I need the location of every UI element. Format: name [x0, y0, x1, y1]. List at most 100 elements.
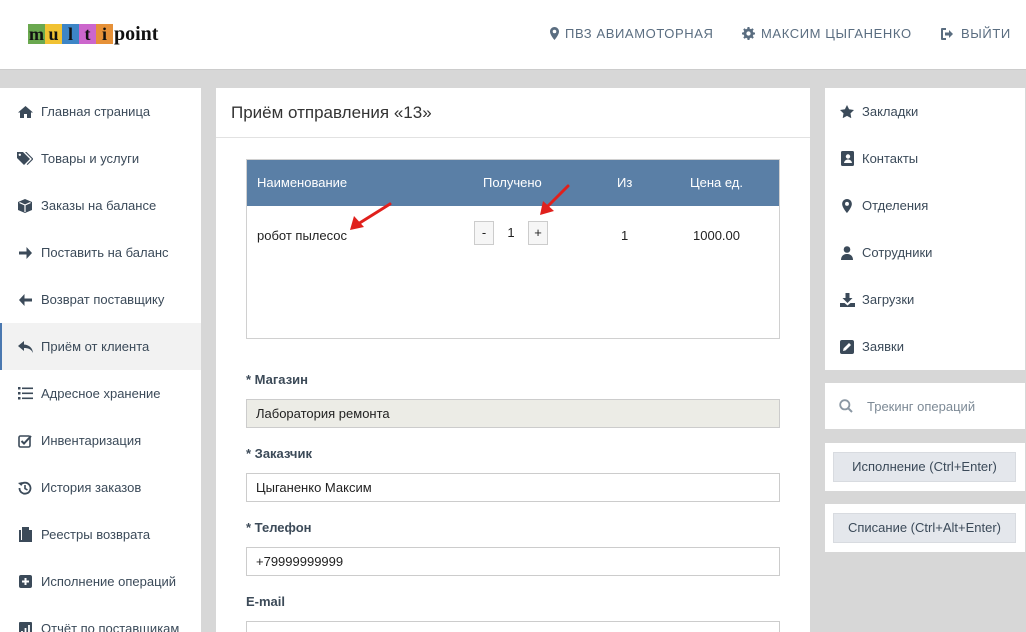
writeoff-button[interactable]: Списание (Ctrl+Alt+Enter) [833, 513, 1016, 543]
copy-icon [16, 527, 34, 542]
arrow-right-icon [16, 246, 34, 259]
sidebar-item-client-receive[interactable]: Приём от клиента [0, 323, 201, 370]
sidebar-item-supplier-return[interactable]: Возврат поставщику [0, 276, 201, 323]
home-icon [16, 105, 34, 118]
sidebar-item-label: Исполнение операций [41, 574, 177, 589]
phone-field[interactable]: +79999999999 [246, 547, 780, 576]
top-header: m u l t i point ПВЗ АВИАМОТОРНАЯ МАКСИМ … [0, 0, 1026, 70]
column-header-of: Из [617, 175, 633, 190]
table-row: робот пылесос - 1 + 1 1000.00 [247, 206, 779, 264]
right-sidebar: Закладки Контакты Отделения Сотрудники З… [825, 88, 1025, 370]
page-title: Приём отправления «13» [216, 88, 810, 138]
customer-field[interactable]: Цыганенко Максим [246, 473, 780, 502]
sidebar-item-label: Контакты [862, 151, 919, 166]
logout-link[interactable]: ВЫЙТИ [941, 26, 1011, 41]
execute-button[interactable]: Исполнение (Ctrl+Enter) [833, 452, 1016, 482]
sign-out-icon [941, 27, 953, 40]
email-label: E-mail [246, 594, 286, 609]
sidebar-item-label: Загрузки [862, 292, 915, 307]
list-icon [16, 387, 34, 400]
sidebar-item-label: Заявки [862, 339, 904, 354]
location-label: ПВЗ АВИАМОТОРНАЯ [565, 26, 714, 41]
sidebar-item-branches[interactable]: Отделения [825, 182, 1025, 229]
star-icon [839, 105, 855, 118]
gear-icon [742, 27, 755, 40]
user-icon [839, 245, 855, 260]
annotation-arrow-icon [350, 202, 392, 230]
sidebar-item-label: Возврат поставщику [41, 292, 165, 307]
plus-square-icon [16, 575, 34, 588]
sidebar-item-balance-orders[interactable]: Заказы на балансе [0, 182, 201, 229]
sidebar-item-label: Приём от клиента [41, 339, 150, 354]
sidebar-item-put-on-balance[interactable]: Поставить на баланс [0, 229, 201, 276]
shop-label: * Магазин [246, 372, 308, 387]
annotation-arrow-icon [540, 184, 570, 215]
sidebar-item-requests[interactable]: Заявки [825, 323, 1025, 370]
item-total-count: 1 [621, 228, 629, 243]
quantity-stepper: - 1 + [474, 221, 548, 245]
sidebar-item-label: Отчёт по поставщикам [41, 621, 180, 632]
phone-label: * Телефон [246, 520, 312, 535]
item-name: робот пылесос [257, 228, 347, 243]
checkbox-icon [16, 434, 34, 448]
logout-label: ВЫЙТИ [961, 26, 1011, 41]
tracking-placeholder: Трекинг операций [867, 398, 976, 414]
sidebar-item-inventory[interactable]: Инвентаризация [0, 417, 201, 464]
report-icon [16, 621, 34, 632]
search-icon [839, 399, 853, 413]
increment-button[interactable]: + [528, 221, 548, 245]
sidebar-item-order-history[interactable]: История заказов [0, 464, 201, 511]
sidebar-item-operations[interactable]: Исполнение операций [0, 558, 201, 605]
quantity-value[interactable]: 1 [494, 221, 528, 245]
logo-letter: m [28, 24, 45, 44]
sidebar-item-goods[interactable]: Товары и услуги [0, 135, 201, 182]
items-table: Наименование Получено Из Цена ед. робот … [246, 159, 780, 339]
sidebar-item-label: Реестры возврата [41, 527, 151, 542]
sidebar-item-return-registers[interactable]: Реестры возврата [0, 511, 201, 558]
download-icon [839, 292, 855, 307]
sidebar-item-supplier-report[interactable]: Отчёт по поставщикам [0, 605, 201, 632]
sidebar-item-bookmarks[interactable]: Закладки [825, 88, 1025, 135]
sidebar-item-label: Главная страница [41, 104, 151, 119]
map-marker-icon [550, 27, 559, 40]
arrow-left-icon [16, 293, 34, 306]
left-sidebar: Главная страница Товары и услуги Заказы … [0, 88, 201, 632]
column-header-name: Наименование [257, 175, 348, 190]
sidebar-item-label: Инвентаризация [41, 433, 142, 448]
sidebar-item-label: Отделения [862, 198, 929, 213]
column-header-price: Цена ед. [690, 175, 744, 190]
history-icon [16, 481, 34, 495]
main-panel: Приём отправления «13» Наименование Полу… [216, 88, 810, 632]
reply-icon [16, 340, 34, 353]
email-field[interactable] [246, 621, 780, 632]
sidebar-item-address-storage[interactable]: Адресное хранение [0, 370, 201, 417]
sidebar-item-label: История заказов [41, 480, 142, 495]
logo-letter: u [45, 24, 62, 44]
map-marker-icon [839, 198, 855, 213]
sidebar-item-label: Заказы на балансе [41, 198, 157, 213]
writeoff-box: Списание (Ctrl+Alt+Enter) [825, 504, 1025, 552]
tracking-search[interactable]: Трекинг операций [825, 383, 1025, 429]
sidebar-item-employees[interactable]: Сотрудники [825, 229, 1025, 276]
cube-icon [16, 198, 34, 213]
location-link[interactable]: ПВЗ АВИАМОТОРНАЯ [550, 26, 714, 41]
column-header-received: Получено [483, 175, 542, 190]
user-profile-link[interactable]: МАКСИМ ЦЫГАНЕНКО [742, 26, 912, 41]
logo-letter: i [96, 24, 113, 44]
multipoint-logo[interactable]: m u l t i point [28, 24, 158, 44]
customer-label: * Заказчик [246, 446, 312, 461]
sidebar-item-label: Закладки [862, 104, 919, 119]
logo-letter: l [62, 24, 79, 44]
sidebar-item-contacts[interactable]: Контакты [825, 135, 1025, 182]
edit-icon [839, 339, 855, 354]
sidebar-item-label: Товары и услуги [41, 151, 140, 166]
sidebar-item-label: Адресное хранение [41, 386, 161, 401]
shop-field[interactable]: Лаборатория ремонта [246, 399, 780, 428]
sidebar-item-home[interactable]: Главная страница [0, 88, 201, 135]
contact-card-icon [839, 151, 855, 166]
tags-icon [16, 152, 34, 165]
sidebar-item-downloads[interactable]: Загрузки [825, 276, 1025, 323]
decrement-button[interactable]: - [474, 221, 494, 245]
user-name: МАКСИМ ЦЫГАНЕНКО [761, 26, 912, 41]
logo-suffix: point [114, 23, 159, 45]
